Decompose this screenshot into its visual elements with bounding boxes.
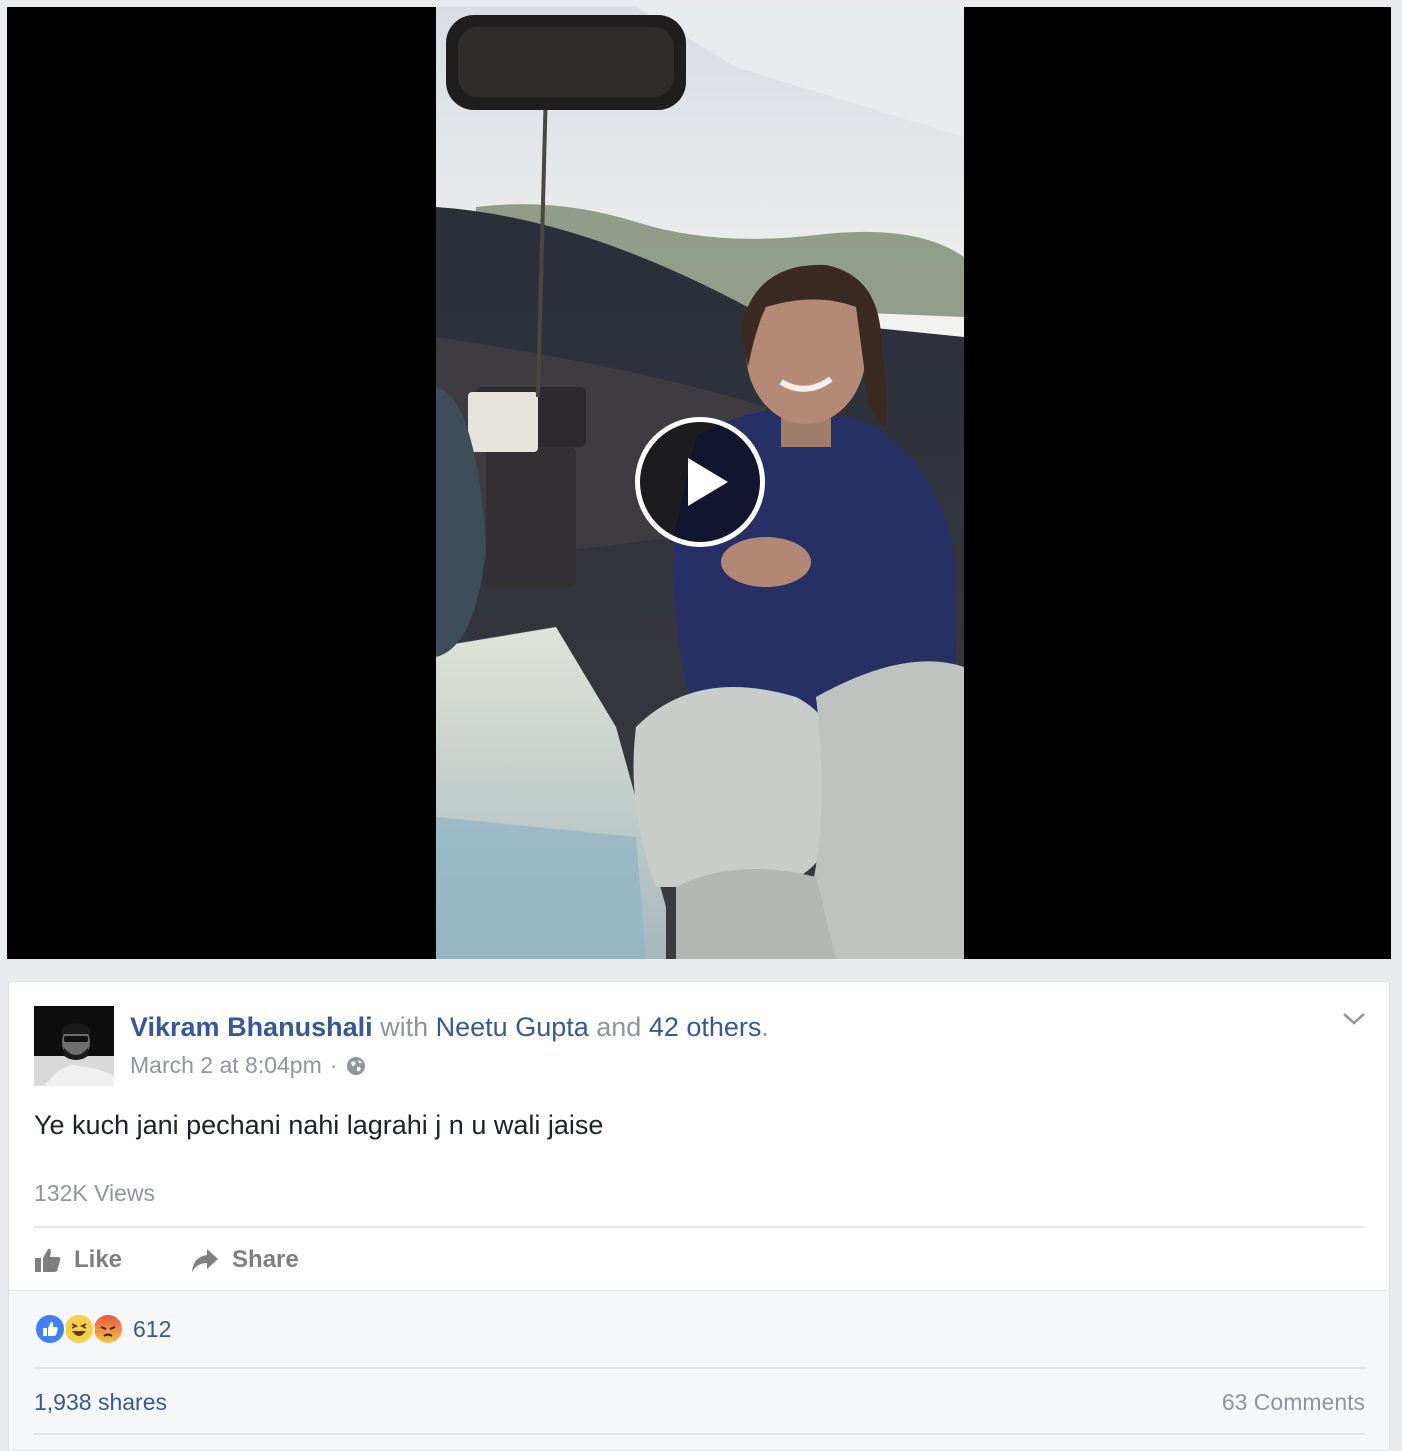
divider <box>34 1433 1365 1435</box>
angry-reaction-icon <box>92 1313 124 1345</box>
meta-separator: · <box>329 1052 338 1078</box>
reaction-count[interactable]: 612 <box>133 1316 171 1343</box>
play-icon <box>688 458 728 506</box>
divider <box>34 1226 1365 1228</box>
play-button[interactable] <box>635 417 765 547</box>
post-meta: March 2 at 8:04pm · <box>130 1052 367 1079</box>
avatar[interactable] <box>34 1006 114 1086</box>
action-bar: Like Share <box>34 1238 299 1282</box>
engagement-footer: 612 1,938 shares 63 Comments <box>9 1290 1389 1450</box>
divider <box>34 1367 1365 1369</box>
post-card: Vikram Bhanushali with Neetu Gupta and 4… <box>8 981 1390 1451</box>
thumbs-up-icon <box>35 1248 61 1272</box>
haha-reaction-icon <box>63 1313 95 1345</box>
author-name[interactable]: Vikram Bhanushali <box>130 1012 373 1042</box>
post-text: Ye kuch jani pechani nahi lagrahi j n u … <box>34 1110 604 1140</box>
globe-icon[interactable] <box>345 1055 367 1077</box>
and-text: and <box>596 1012 642 1042</box>
video-player[interactable] <box>7 7 1391 959</box>
share-arrow-icon <box>192 1249 219 1272</box>
comments-count[interactable]: 63 Comments <box>1222 1389 1365 1416</box>
with-text: with <box>380 1012 429 1042</box>
others-link[interactable]: 42 others <box>649 1012 762 1042</box>
view-count: 132K Views <box>34 1180 156 1206</box>
period-text: . <box>761 1012 769 1042</box>
share-label: Share <box>232 1246 299 1273</box>
shares-count[interactable]: 1,938 shares <box>34 1389 167 1416</box>
post-header: Vikram Bhanushali with Neetu Gupta and 4… <box>130 1012 769 1043</box>
like-label: Like <box>74 1246 123 1273</box>
share-button[interactable]: Share <box>190 1246 299 1274</box>
post-timestamp[interactable]: March 2 at 8:04pm <box>130 1052 322 1079</box>
reactions-summary[interactable]: 612 <box>34 1313 171 1345</box>
like-reaction-icon <box>34 1313 66 1345</box>
tagged-person-link[interactable]: Neetu Gupta <box>436 1012 589 1042</box>
chevron-down-icon[interactable] <box>1341 1008 1367 1028</box>
like-button[interactable]: Like <box>34 1246 122 1274</box>
